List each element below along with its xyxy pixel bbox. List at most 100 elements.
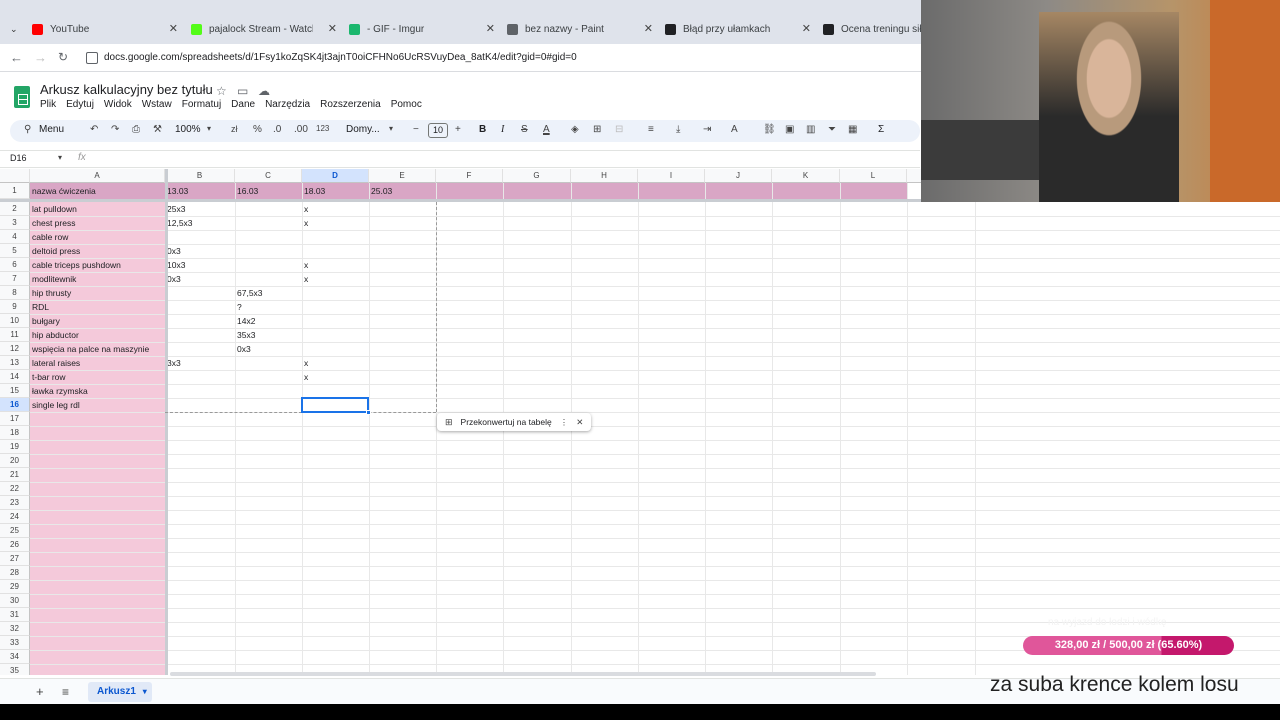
vertical-align-icon[interactable]: ⤓ [676, 124, 680, 135]
menu-item[interactable]: Wstaw [142, 99, 172, 110]
column-header-l[interactable]: L [840, 169, 907, 183]
data-cell[interactable]: 35x3 [235, 329, 255, 342]
sheets-logo-icon[interactable] [14, 86, 30, 108]
strikethrough-icon[interactable]: S [521, 124, 528, 135]
font-size-input[interactable]: 10 [428, 123, 448, 138]
column-header-a[interactable]: A [30, 169, 165, 183]
data-cell[interactable]: x [302, 203, 308, 216]
row-header[interactable]: 18 [0, 426, 30, 440]
column-header-i[interactable]: I [638, 169, 705, 183]
search-menus-input[interactable]: Menu [39, 124, 64, 135]
tab-close-icon[interactable]: ✕ [328, 22, 337, 35]
all-sheets-icon[interactable]: ≡ [62, 685, 69, 699]
data-cell[interactable]: 0x3 [235, 343, 251, 356]
row-header[interactable]: 14 [0, 370, 30, 384]
convert-to-table-label[interactable]: Przekonwertuj na tabelę [461, 417, 552, 427]
row-header[interactable]: 3 [0, 216, 30, 230]
menu-item[interactable]: Dane [231, 99, 255, 110]
reload-icon[interactable]: ↻ [58, 50, 68, 64]
row-header[interactable]: 8 [0, 286, 30, 300]
row-header[interactable]: 7 [0, 272, 30, 286]
insert-link-icon[interactable]: ⛓ [763, 124, 776, 135]
tab-close-icon[interactable]: ✕ [486, 22, 495, 35]
row-header[interactable]: 15 [0, 384, 30, 398]
exercise-name-cell[interactable]: modlitewnik [30, 273, 76, 286]
row-header[interactable]: 16 [0, 398, 30, 412]
exercise-name-cell[interactable]: bułgary [30, 315, 60, 328]
menu-item[interactable]: Formatuj [182, 99, 221, 110]
row-header[interactable]: 5 [0, 244, 30, 258]
filter-icon[interactable]: ⏷ [828, 124, 836, 135]
currency-format-button[interactable]: zł [231, 124, 238, 134]
row-header[interactable]: 10 [0, 314, 30, 328]
data-cell[interactable]: x [302, 273, 308, 286]
row-header[interactable]: 20 [0, 454, 30, 468]
horizontal-align-icon[interactable]: ≡ [648, 124, 654, 135]
fill-handle[interactable] [366, 410, 371, 415]
text-rotation-icon[interactable]: A [731, 124, 738, 135]
row-header[interactable]: 22 [0, 482, 30, 496]
row-header[interactable]: 34 [0, 650, 30, 664]
row-header[interactable]: 2 [0, 202, 30, 216]
more-formats-button[interactable]: 123 [316, 124, 329, 133]
exercise-name-cell[interactable]: deltoid press [30, 245, 80, 258]
menu-item[interactable]: Widok [104, 99, 132, 110]
tab-close-icon[interactable]: ✕ [169, 22, 178, 35]
exercise-name-cell[interactable]: RDL [30, 301, 49, 314]
data-cell[interactable]: x [302, 217, 308, 230]
decrease-font-size-icon[interactable]: − [413, 124, 419, 135]
data-cell[interactable]: 10x3 [165, 259, 185, 272]
frozen-column-divider[interactable] [165, 169, 168, 675]
bold-button[interactable]: B [479, 124, 486, 135]
name-box-dropdown-icon[interactable]: ▾ [58, 153, 62, 162]
data-cell[interactable]: x [302, 357, 308, 370]
add-sheet-icon[interactable]: + [36, 684, 44, 699]
exercise-name-cell[interactable]: hip abductor [30, 329, 79, 342]
percent-format-button[interactable]: % [253, 124, 262, 135]
data-cell[interactable]: 25x3 [165, 203, 185, 216]
select-all-corner[interactable] [0, 169, 30, 183]
data-cell[interactable]: 18.03 [302, 185, 325, 198]
row-header[interactable]: 9 [0, 300, 30, 314]
row-header[interactable]: 30 [0, 594, 30, 608]
data-cell[interactable]: 16.03 [235, 185, 258, 198]
data-cell[interactable]: x [302, 371, 308, 384]
tab-list-icon[interactable]: ⌄ [10, 24, 18, 35]
spreadsheet-grid[interactable]: A B C D E F G H I J K L 1 nazwa ćwiczenia 13.03 16.03 18… [0, 169, 1280, 675]
back-icon[interactable]: ← [10, 50, 23, 65]
zoom-select[interactable]: 100% [175, 124, 201, 135]
column-header-d[interactable]: D [302, 169, 369, 183]
row-header[interactable]: 31 [0, 608, 30, 622]
column-header-g[interactable]: G [503, 169, 571, 183]
active-cell-selection[interactable] [301, 397, 369, 413]
more-options-icon[interactable]: ⋮ [560, 417, 569, 428]
row-header[interactable]: 27 [0, 552, 30, 566]
column-header-b[interactable]: B [165, 169, 235, 183]
row-header[interactable]: 13 [0, 356, 30, 370]
data-cell[interactable]: 67,5x3 [235, 287, 263, 300]
horizontal-scrollbar[interactable] [170, 672, 876, 676]
row-header[interactable]: 19 [0, 440, 30, 454]
move-folder-icon[interactable]: ▭ [237, 84, 248, 98]
url-field[interactable]: docs.google.com/spreadsheets/d/1Fsy1koZq… [104, 52, 577, 63]
column-header-e[interactable]: E [369, 169, 436, 183]
row-header[interactable]: 24 [0, 510, 30, 524]
browser-tab[interactable]: pajalock Stream - Watch Live o ✕ [185, 18, 343, 40]
row-header[interactable]: 6 [0, 258, 30, 272]
sheet-tab-arkusz1[interactable]: Arkusz1 ▾ [88, 682, 152, 702]
row-header[interactable]: 29 [0, 580, 30, 594]
exercise-name-cell[interactable]: lat pulldown [30, 203, 77, 216]
data-cell[interactable]: 25.03 [369, 185, 392, 198]
search-menus-icon[interactable]: ⚲ [24, 124, 31, 135]
filter-views-icon[interactable]: ▦ [848, 124, 857, 135]
font-select[interactable]: Domy... [346, 124, 380, 135]
data-cell[interactable]: 13.03 [165, 185, 188, 198]
data-cell[interactable]: ? [235, 301, 242, 314]
decrease-decimal-button[interactable]: .0 [273, 124, 281, 135]
italic-button[interactable]: I [501, 124, 504, 135]
exercise-name-cell[interactable]: nazwa ćwiczenia [30, 185, 96, 198]
font-dropdown-icon[interactable]: ▾ [389, 124, 393, 133]
column-header-k[interactable]: K [772, 169, 840, 183]
convert-to-table-chip[interactable]: ⊞ Przekonwertuj na tabelę ⋮ ✕ [437, 413, 592, 431]
document-title[interactable]: Arkusz kalkulacyjny bez tytułu [40, 82, 213, 97]
